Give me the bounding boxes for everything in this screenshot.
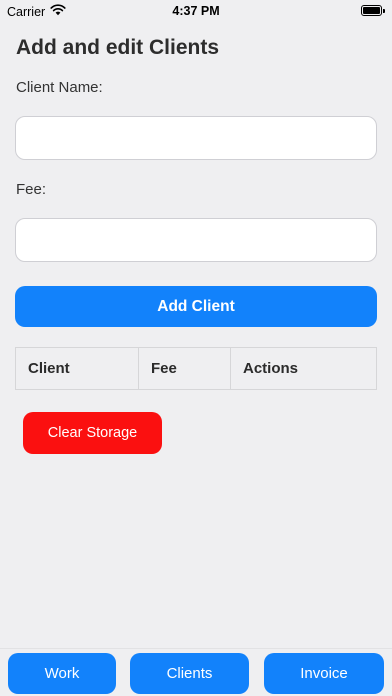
tab-work[interactable]: Work xyxy=(8,653,116,694)
tab-invoice[interactable]: Invoice xyxy=(264,653,384,694)
tab-bar: Work Clients Invoice xyxy=(0,648,392,696)
client-name-label: Client Name: xyxy=(16,79,103,96)
column-header-actions: Actions xyxy=(243,360,299,377)
page-title: Add and edit Clients xyxy=(16,36,220,59)
column-header-client: Client xyxy=(16,348,139,389)
clear-storage-button[interactable]: Clear Storage xyxy=(23,412,162,454)
fee-input[interactable] xyxy=(15,218,377,262)
client-name-input[interactable] xyxy=(15,116,377,160)
fee-label: Fee: xyxy=(16,181,47,198)
battery-icon xyxy=(361,5,385,16)
clients-table-header: Client Fee Actions xyxy=(15,347,377,390)
column-header-fee: Fee xyxy=(139,348,231,389)
tab-clients[interactable]: Clients xyxy=(130,653,249,694)
add-client-button[interactable]: Add Client xyxy=(15,286,377,327)
status-bar: Carrier 4:37 PM xyxy=(0,0,392,22)
status-time: 4:37 PM xyxy=(172,4,220,18)
